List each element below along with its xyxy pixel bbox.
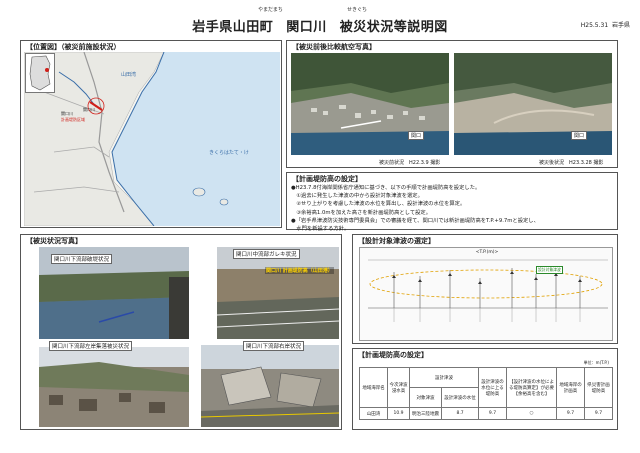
damage-photo-2 [217,247,339,339]
th-inundation: 今次津波浸水高 [387,367,410,408]
td-pref-plan: 9.7 [584,407,613,420]
inset-map-shape [29,55,51,91]
plan-line-1: ●H23.7.8付海岸関係省庁通知に基づき、以下の手順で計画堤防高を設定した。 [291,185,481,191]
aerial-after-image [454,53,612,155]
ruby-river: せきぐち [347,7,368,13]
title-subject: 被災状況等説明図 [339,20,448,35]
damage-photo-3 [39,347,189,427]
plan-text: ●H23.7.8付海岸関係省庁通知に基づき、以下の手順で計画堤防高を設定した。 … [291,184,617,233]
td-region: 山田湾 [359,407,388,420]
damage-title: 【被災状況写真】 [24,236,84,246]
river-map-label: 関口川 [83,107,95,112]
th-design-level: 設計津波の水位 [441,387,479,408]
plan-line-6: 水門を新設する方針。 [291,226,350,233]
location-map [24,52,280,226]
th-design: 設計津波 [409,367,479,388]
aerial-after-photo [454,53,612,155]
th-pref-plan: 県災害計画堤防高 [584,367,613,408]
damage-photo-4 [201,345,339,427]
damage-label-4: 関口川下流部右岸状況 [243,341,305,351]
th-target-tsunami: 対象津波 [408,387,443,408]
th-region: 地域海岸名 [359,367,388,408]
ruby-town: やまだまち [258,7,283,13]
plan-line-3: ②せり上がりを考慮した津波の水位を算出し、設計津波の水位を算定。 [291,201,466,208]
damage-panel: 【被災状況写真】 関口川下流部破堤状況 関口川中流部ガレキ状況 関口川 計画堤防… [20,234,342,430]
design-panel: 【設計対象津波の選定】 <T.P.(m)> 設計対象津波 [352,234,618,344]
design-chart-svg [368,259,608,322]
damage-overlay: 関口川 計画堤防高（山田港） [265,267,334,274]
aerial-panel: 【被災前後比較航空写真】 関口 関口 被災前状況 H22.3.9 撮影 被災後状… [286,40,618,168]
aerial-before-image [291,53,449,155]
damage-photo-4-image [201,345,339,427]
plan-line-2: ①過去に発生した津波の中から設計対象津波を選定。 [291,193,423,200]
th-calc-needed: 【設計津波の水位による堤防高算定】が必要【余裕高を含む】 [506,367,557,408]
table-title: 【計画堤防高の設定】 [356,350,430,360]
design-legend-box: 設計対象津波 [536,266,563,274]
plan-line-4: ③余裕高1.0mを加えた高さを新計画堤防高として設定。 [291,209,432,216]
height-table: 地域海岸名 今次津波浸水高 設計津波 設計津波の水位に上る堤防高 【設計津波の水… [359,367,613,420]
damage-label-3: 関口川下流部左岸集落被災状況 [49,341,133,351]
table-row: 山田湾 10.9 明治三陸地震 8.7 9.7 ○ 9.7 9.7 [359,407,613,420]
aerial-after-marker: 関口 [571,131,588,140]
td-region-plan: 9.7 [556,407,585,420]
damage-label-1: 関口川下流部破堤状況 [51,254,113,264]
td-inundation: 10.9 [387,407,410,420]
inset-map [25,53,55,93]
legend-levee: 計画堤防区域 [61,117,85,122]
th-region-plan: 地域海岸の計画高 [556,367,585,408]
location-title: 【位置図】（被災前施設状況） [24,42,123,52]
damage-label-2: 関口川中流部ガレキ状況 [233,249,300,259]
table-header-row: 地域海岸名 今次津波浸水高 設計津波 設計津波の水位に上る堤防高 【設計津波の水… [359,367,613,408]
th-levee-by-level: 設計津波の水位に上る堤防高 [478,367,507,408]
table-unit: 単位：m(T.P.) [583,360,609,365]
aerial-before-caption: 被災前状況 H22.3.9 撮影 [379,160,441,166]
aerial-before-photo [291,53,449,155]
header: やまだまち せきぐち 岩手県山田町 関口川 被災状況等説明図 H25.5.31 … [0,6,640,35]
page-title: 岩手県山田町 関口川 被災状況等説明図 [0,16,640,35]
aerial-before-marker: 関口 [408,131,425,140]
location-panel: 【位置図】（被災前施設状況） 関口川 計画堤防区域 きくらはたて・け 山田湾 関… [20,40,282,228]
td-calc: ○ [506,407,557,420]
bay-label: きくらはたて・け [209,150,249,156]
date: H25.5.31 [580,22,609,29]
aerial-after-caption: 被災後状況 H23.3.28 撮影 [539,160,604,166]
bay-name: 山田湾 [121,72,137,78]
td-levee: 9.7 [478,407,507,420]
td-level: 8.7 [441,407,479,420]
design-title: 【設計対象津波の選定】 [356,236,437,246]
damage-photo-3-image [39,347,189,427]
title-river: 関口川 [286,20,327,35]
date-author: H25.5.31 岩手県 [581,20,630,29]
plan-title: 【計画堤防高の設定】 [290,174,364,184]
td-target: 明治三陸地震 [408,407,443,420]
title-town: 岩手県山田町 [192,20,274,35]
damage-photo-2-image [217,247,339,339]
plan-panel: 【計画堤防高の設定】 ●H23.7.8付海岸関係省庁通知に基づき、以下の手順で計… [286,172,618,233]
table-panel: 【計画堤防高の設定】 単位：m(T.P.) 地域海岸名 今次津波浸水高 設計津波… [352,348,618,430]
aerial-title: 【被災前後比較航空写真】 [290,42,378,52]
plan-line-5: ●「岩手県津波防災技術専門委員会」での審議を経て、関口川では新計画堤防高をT.P… [291,217,539,224]
author: 岩手県 [611,22,630,29]
design-chart: <T.P.(m)> 設計対象津波 [359,247,613,341]
